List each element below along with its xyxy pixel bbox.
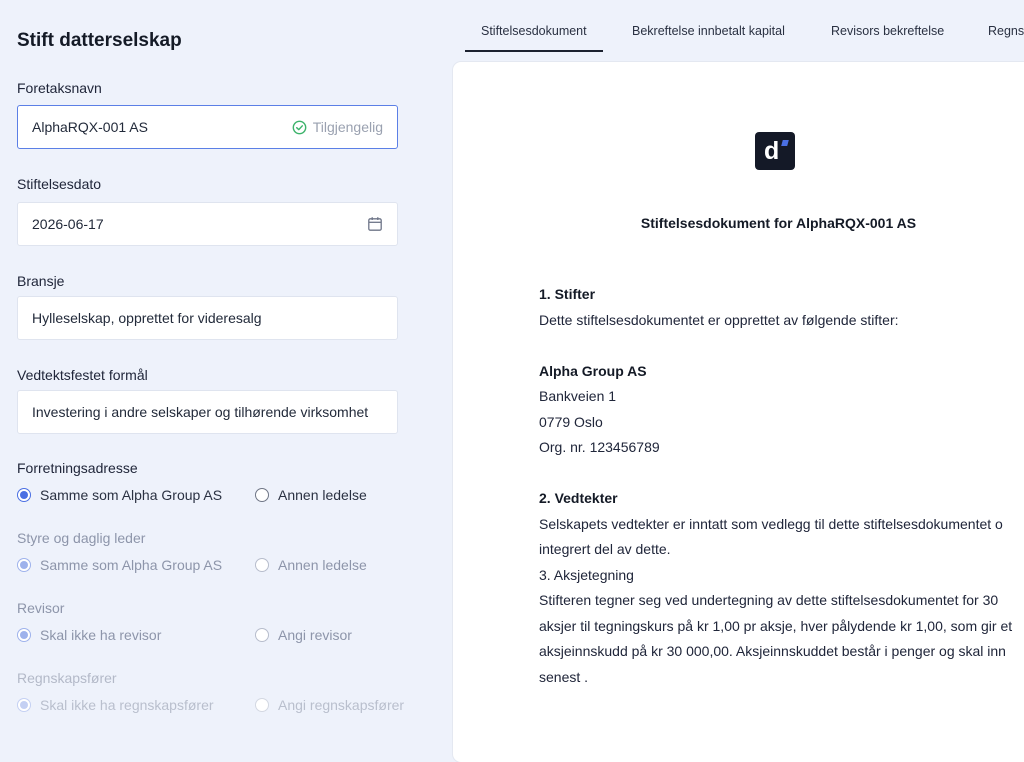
radio-label: Annen ledelse [278, 557, 367, 573]
accountant-none-radio[interactable]: Skal ikke ha regnskapsfører [17, 697, 255, 713]
radio-label: Angi revisor [278, 627, 352, 643]
purpose-value: Investering i andre selskaper og tilhøre… [32, 404, 369, 420]
tab-capital-confirmation[interactable]: Bekreftelse innbetalt kapital [632, 24, 785, 38]
section-heading: 3. Aksjetegning [539, 566, 634, 583]
radio-label: Skal ikke ha revisor [40, 627, 162, 643]
founder-org-number: Org. nr. 123456789 [539, 439, 660, 455]
company-name-value: AlphaRQX-001 AS [32, 119, 148, 135]
company-logo: d [755, 132, 795, 170]
calendar-icon[interactable] [367, 216, 383, 232]
industry-input[interactable]: Hylleselskap, opprettet for videresalg [17, 296, 398, 340]
subsidiary-form: Stift datterselskap Foretaksnavn AlphaRQ… [0, 0, 440, 725]
board-other-radio[interactable]: Annen ledelse [255, 557, 367, 573]
tab-founding-document[interactable]: Stiftelsesdokument [465, 24, 603, 52]
radio-label: Samme som Alpha Group AS [40, 487, 223, 503]
document-title: Stiftelsesdokument for AlphaRQX-001 AS [640, 215, 917, 231]
founder-name: Alpha Group AS [539, 362, 647, 379]
radio-label: Annen ledelse [278, 487, 367, 503]
document-paragraph: aksjeinnskudd på kr 30 000,00. Aksjeinns… [539, 643, 1006, 659]
industry-value: Hylleselskap, opprettet for videresalg [32, 310, 262, 326]
tab-auditor-confirmation[interactable]: Revisors bekreftelse [831, 24, 944, 38]
document-paragraph: senest . [539, 668, 589, 685]
radio-selected-icon [17, 488, 31, 502]
section-heading: 2. Vedtekter [539, 490, 618, 506]
accountant-options: Skal ikke ha regnskapsfører Angi regnska… [17, 697, 404, 713]
check-circle-icon [292, 120, 307, 134]
radio-unselected-icon [255, 628, 269, 642]
founder-city: 0779 Oslo [539, 413, 603, 430]
document-preview: d Stiftelsesdokument for AlphaRQX-001 AS… [453, 62, 1024, 762]
board-options: Samme som Alpha Group AS Annen ledelse [17, 557, 367, 573]
auditor-label: Revisor [17, 600, 65, 616]
logo-letter: d [764, 137, 780, 165]
company-name-label: Foretaksnavn [17, 80, 102, 96]
page-title: Stift datterselskap [17, 30, 182, 51]
business-address-label: Forretningsadresse [17, 460, 138, 476]
document-body: 1. Stifter Dette stiftelsesdokumentet er… [539, 282, 1024, 690]
founding-date-input[interactable]: 2026-06-17 [17, 202, 398, 246]
document-paragraph: aksjer til tegningskurs på kr 1,00 pr ak… [539, 617, 1013, 634]
business-address-same-radio[interactable]: Samme som Alpha Group AS [17, 487, 255, 503]
document-paragraph: Selskapets vedtekter er inntatt som vedl… [539, 515, 1003, 532]
radio-selected-icon [17, 558, 31, 572]
section-heading: 1. Stifter [539, 286, 596, 302]
document-paragraph: integrert del av dette. [539, 541, 671, 557]
radio-unselected-icon [255, 488, 269, 502]
purpose-label: Vedtektsfestet formål [17, 367, 148, 383]
accountant-label: Regnskapsfører [17, 670, 117, 686]
radio-unselected-icon [255, 558, 269, 572]
founding-date-label: Stiftelsesdato [17, 176, 102, 192]
auditor-options: Skal ikke ha revisor Angi revisor [17, 627, 352, 643]
industry-label: Bransje [17, 273, 65, 289]
business-address-options: Samme som Alpha Group AS Annen ledelse [17, 487, 367, 503]
auditor-none-radio[interactable]: Skal ikke ha revisor [17, 627, 255, 643]
board-label: Styre og daglig leder [17, 530, 146, 546]
radio-label: Angi regnskapsfører [278, 697, 405, 713]
auditor-specify-radio[interactable]: Angi revisor [255, 627, 352, 643]
radio-selected-icon [17, 628, 31, 642]
logo-accent [781, 140, 789, 146]
purpose-input[interactable]: Investering i andre selskaper og tilhøre… [17, 390, 398, 434]
radio-label: Skal ikke ha regnskapsfører [40, 697, 214, 713]
document-paragraph: Dette stiftelsesdokumentet er opprettet … [539, 311, 899, 328]
board-same-radio[interactable]: Samme som Alpha Group AS [17, 557, 255, 573]
founder-street: Bankveien 1 [539, 388, 617, 404]
document-tabs: Stiftelsesdokument Bekreftelse innbetalt… [465, 0, 1024, 52]
accountant-specify-radio[interactable]: Angi regnskapsfører [255, 697, 404, 713]
radio-label: Samme som Alpha Group AS [40, 557, 223, 573]
radio-unselected-icon [255, 698, 269, 712]
founding-date-value: 2026-06-17 [32, 216, 104, 232]
availability-status: Tilgjengelig [292, 119, 383, 135]
document-paragraph: Stifteren tegner seg ved undertegning av… [539, 592, 999, 608]
radio-selected-icon [17, 698, 31, 712]
tab-accountant[interactable]: Regns [988, 24, 1024, 38]
company-name-input[interactable]: AlphaRQX-001 AS Tilgjengelig [17, 105, 398, 149]
business-address-other-radio[interactable]: Annen ledelse [255, 487, 367, 503]
availability-status-text: Tilgjengelig [312, 119, 383, 135]
